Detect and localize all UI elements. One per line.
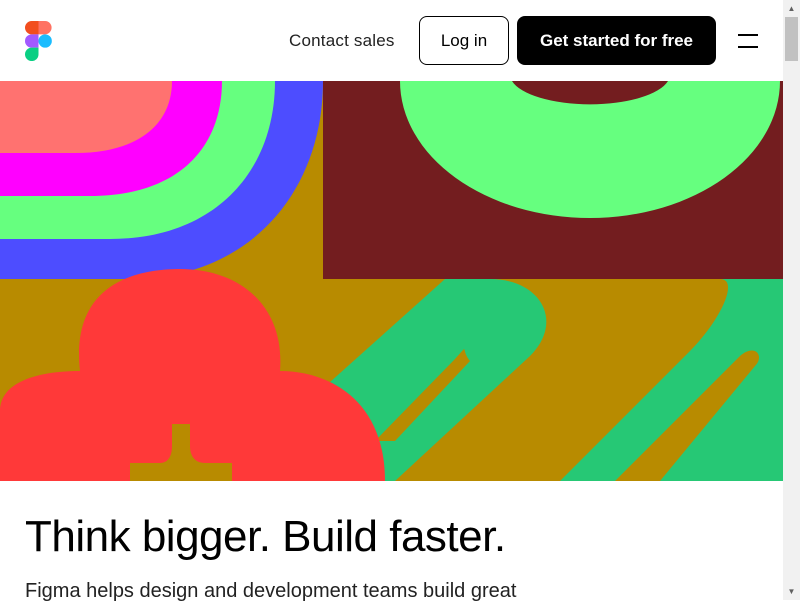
- vertical-scrollbar[interactable]: ▲ ▼: [783, 0, 800, 600]
- hero-illustration: [0, 81, 783, 481]
- get-started-button[interactable]: Get started for free: [517, 16, 716, 65]
- contact-sales-link[interactable]: Contact sales: [289, 31, 395, 51]
- scroll-down-icon[interactable]: ▼: [783, 583, 800, 600]
- site-header: Contact sales Log in Get started for fre…: [0, 0, 783, 81]
- hamburger-menu-icon[interactable]: [738, 34, 758, 48]
- login-button[interactable]: Log in: [419, 16, 509, 65]
- scrollbar-thumb[interactable]: [785, 17, 798, 61]
- figma-logo[interactable]: [25, 21, 52, 61]
- page-headline: Think bigger. Build faster.: [25, 512, 506, 561]
- scroll-up-icon[interactable]: ▲: [783, 0, 800, 17]
